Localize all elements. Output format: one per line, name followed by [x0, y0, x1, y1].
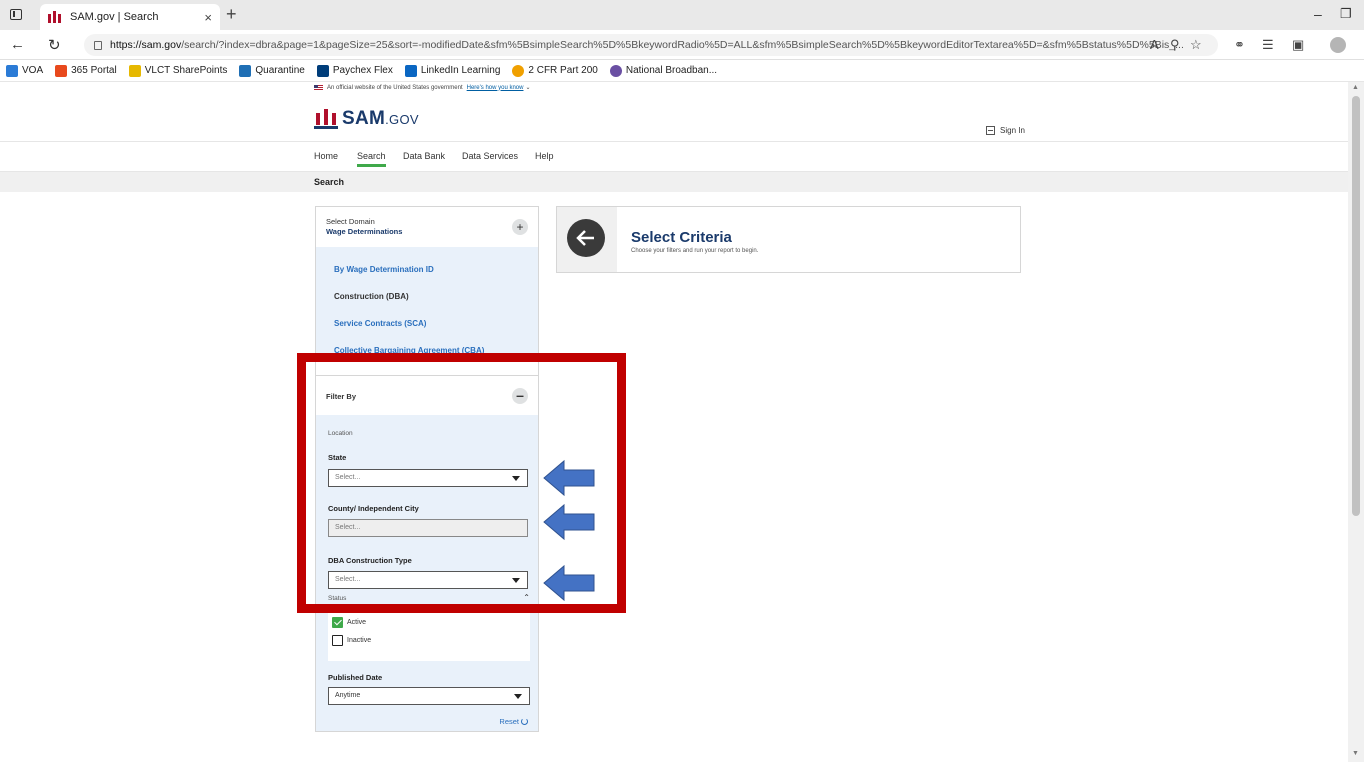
sam-logo[interactable]: SAM.GOV: [314, 108, 419, 130]
browser-tab-bar: SAM.gov | Search × + – ❐: [0, 0, 1364, 30]
back-arrow-icon[interactable]: ←: [10, 36, 25, 53]
bookmark-voa[interactable]: VOA: [6, 64, 43, 77]
globe-icon: [609, 64, 622, 77]
reset-button[interactable]: Reset: [499, 717, 528, 726]
browser-tab[interactable]: SAM.gov | Search ×: [40, 4, 220, 30]
published-date-label: Published Date: [328, 673, 383, 682]
status-options: Active Inactive: [328, 605, 530, 661]
scroll-thumb[interactable]: [1352, 96, 1360, 516]
domain-label: Select Domain: [326, 217, 375, 226]
domain-value: Wage Determinations: [326, 227, 403, 236]
nav-data-services[interactable]: Data Services: [462, 151, 518, 161]
nav-home[interactable]: Home: [314, 151, 338, 161]
collections-icon[interactable]: ▣: [1292, 37, 1304, 53]
new-tab-icon[interactable]: +: [226, 4, 237, 25]
gov-banner: An official website of the United States…: [314, 84, 531, 91]
site-header: SAM.GOV Sign In: [0, 94, 1348, 142]
folder-icon: [128, 64, 141, 77]
lock-icon: [239, 64, 252, 77]
tab-title: SAM.gov | Search: [70, 11, 159, 23]
window-restore-icon[interactable]: ❐: [1340, 6, 1352, 22]
page-scrollbar[interactable]: ▲ ▼: [1348, 82, 1364, 762]
back-arrow-icon[interactable]: [567, 219, 605, 257]
sam-logo-icon: [314, 109, 338, 129]
bookmark-linkedin-learning[interactable]: LinkedIn Learning: [404, 64, 500, 77]
criteria-title: Select Criteria: [631, 229, 732, 246]
copilot-icon[interactable]: ⚭: [1234, 37, 1245, 53]
url-host: https://sam.gov: [110, 39, 182, 51]
scroll-up-icon[interactable]: ▲: [1352, 84, 1359, 91]
bookmark-2-cfr-part-200[interactable]: 2 CFR Part 200: [512, 64, 598, 77]
gov-banner-link[interactable]: Here's how you know: [467, 85, 524, 91]
bookmarks-bar: VOA 365 Portal VLCT SharePoints Quaranti…: [0, 60, 1364, 82]
domain-item-service-contracts[interactable]: Service Contracts (SCA): [334, 319, 426, 328]
bookmark-365-portal[interactable]: 365 Portal: [55, 64, 117, 77]
published-date-select[interactable]: Anytime: [328, 687, 530, 705]
profile-avatar-icon[interactable]: [1330, 37, 1346, 53]
arrow-left-icon: [543, 459, 595, 497]
page-title-bar: Search: [0, 172, 1348, 192]
page-viewport: An official website of the United States…: [0, 82, 1348, 762]
zoom-icon[interactable]: ⚲: [1170, 37, 1180, 53]
bookmark-paychex-flex[interactable]: Paychex Flex: [316, 64, 393, 77]
domain-item-wd-id[interactable]: By Wage Determination ID: [334, 265, 434, 274]
domain-list: By Wage Determination ID Construction (D…: [316, 247, 538, 359]
paychex-icon: [316, 64, 329, 77]
bookmark-vlct-sharepoints[interactable]: VLCT SharePoints: [128, 64, 227, 77]
bookmark-quarantine[interactable]: Quarantine: [239, 64, 305, 77]
document-icon: [512, 64, 525, 77]
url-field[interactable]: https://sam.gov/search/?index=dbra&page=…: [84, 34, 1218, 56]
url-path: /search/?index=dbra&page=1&pageSize=25&s…: [181, 39, 1184, 51]
nav-help[interactable]: Help: [535, 151, 554, 161]
nav-data-bank[interactable]: Data Bank: [403, 151, 445, 161]
read-aloud-icon[interactable]: A: [1150, 37, 1159, 52]
domain-item-construction-dba[interactable]: Construction (DBA): [334, 292, 409, 301]
status-active-checkbox[interactable]: Active: [332, 617, 366, 628]
sign-in-icon: [986, 126, 995, 135]
checkbox-empty-icon: [332, 635, 343, 646]
favorite-star-icon[interactable]: ☆: [1190, 37, 1202, 53]
nav-search[interactable]: Search: [357, 151, 386, 167]
browser-address-bar: ← ↻ https://sam.gov/search/?index=dbra&p…: [0, 30, 1364, 60]
bookmark-national-broadband[interactable]: National Broadban...: [609, 64, 717, 77]
dropdown-caret-icon: [514, 694, 522, 699]
sign-in-button[interactable]: Sign In: [986, 126, 1025, 135]
main-nav: Home Search Data Bank Data Services Help: [0, 142, 1348, 172]
refresh-icon[interactable]: ↻: [48, 36, 61, 54]
window-minimize-icon[interactable]: –: [1314, 6, 1322, 22]
tab-close-icon[interactable]: ×: [204, 10, 212, 25]
reset-icon: [521, 718, 528, 725]
select-criteria-card: Select Criteria Choose your filters and …: [556, 206, 1021, 273]
tab-actions-icon[interactable]: [10, 9, 22, 20]
bookmark-icon: [6, 64, 18, 77]
linkedin-icon: [404, 64, 417, 77]
scroll-down-icon[interactable]: ▼: [1352, 750, 1359, 757]
expand-domain-plus-icon[interactable]: +: [512, 219, 528, 235]
favorites-list-icon[interactable]: ☰: [1262, 37, 1274, 53]
arrow-left-icon: [543, 564, 595, 602]
domain-header: Select Domain Wage Determinations +: [316, 207, 538, 247]
sam-favicon-icon: [48, 11, 62, 23]
status-inactive-checkbox[interactable]: Inactive: [332, 635, 371, 646]
office-icon: [55, 64, 68, 77]
us-flag-icon: [314, 84, 323, 91]
lock-icon: [94, 40, 102, 50]
page-title: Search: [314, 177, 345, 187]
criteria-subtitle: Choose your filters and run your report …: [631, 248, 759, 254]
chevron-down-icon: ⌄: [525, 85, 531, 91]
arrow-left-icon: [543, 503, 595, 541]
checkbox-checked-icon: [332, 617, 343, 628]
